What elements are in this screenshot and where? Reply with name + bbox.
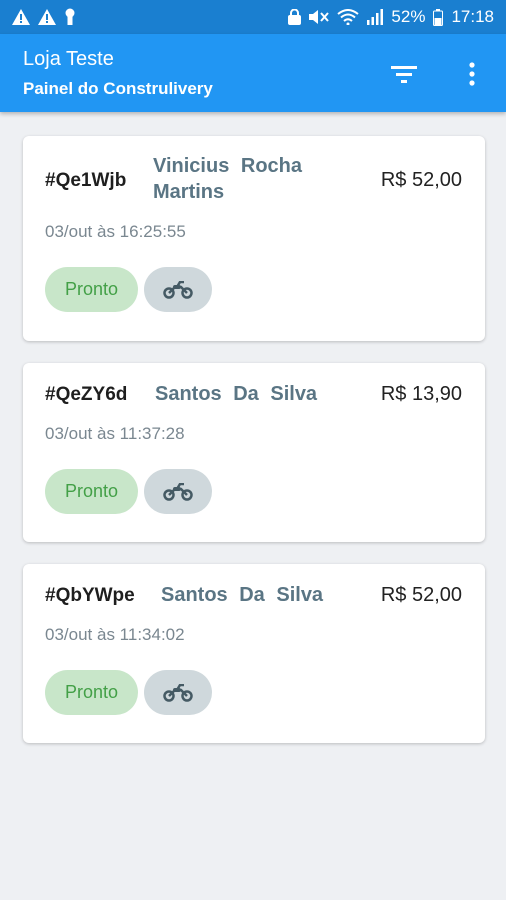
- status-bar-system: 52% 17:18: [288, 7, 494, 27]
- more-options-button[interactable]: [452, 54, 492, 94]
- app-bar: Loja Teste Painel do Construlivery: [0, 34, 506, 112]
- order-price: R$ 13,90: [380, 383, 462, 405]
- warning-icon: [38, 9, 56, 25]
- status-chip[interactable]: Pronto: [45, 670, 138, 715]
- order-time: 03/out às 11:37:28: [45, 424, 185, 443]
- order-price: R$ 52,00: [380, 169, 462, 191]
- filter-icon: [391, 66, 417, 83]
- battery-icon: [433, 8, 444, 26]
- signal-icon: [367, 9, 384, 25]
- status-chip[interactable]: Pronto: [45, 267, 138, 312]
- customer-name: Santos Da Silva: [161, 584, 324, 606]
- wifi-icon: [337, 9, 360, 25]
- keyhole-icon: [65, 8, 75, 25]
- status-time: 17:18: [451, 7, 494, 26]
- motorcycle-icon: [163, 482, 193, 501]
- order-card[interactable]: #Qe1Wjb Vinicius Rocha Martins R$ 52,00 …: [23, 136, 485, 341]
- status-bar-notifications: [12, 8, 76, 26]
- motorcycle-icon: [163, 280, 193, 299]
- order-time: 03/out às 11:34:02: [45, 625, 185, 644]
- app-subtitle: Painel do Construlivery: [23, 79, 213, 98]
- mute-icon: [309, 10, 330, 24]
- order-code: #Qe1Wjb: [45, 170, 127, 191]
- delivery-chip[interactable]: [144, 670, 212, 715]
- order-price: R$ 52,00: [380, 584, 462, 606]
- app-title: Loja Teste: [23, 48, 114, 70]
- customer-name: Vinicius Rocha Martins: [153, 155, 303, 203]
- more-vert-icon: [469, 62, 475, 86]
- status-label: Pronto: [64, 481, 119, 501]
- motorcycle-icon: [163, 683, 193, 702]
- status-chip[interactable]: Pronto: [45, 469, 138, 514]
- status-bar: 52% 17:18: [0, 0, 506, 34]
- lock-icon: [288, 9, 302, 25]
- warning-icon: [12, 9, 30, 25]
- battery-percent: 52%: [391, 7, 426, 26]
- delivery-chip[interactable]: [144, 469, 212, 514]
- status-label: Pronto: [64, 682, 119, 702]
- delivery-chip[interactable]: [144, 267, 212, 312]
- order-time: 03/out às 16:25:55: [45, 222, 186, 241]
- order-card[interactable]: #QeZY6d Santos Da Silva R$ 13,90 03/out …: [23, 363, 485, 542]
- filter-button[interactable]: [384, 54, 424, 94]
- customer-name: Santos Da Silva: [155, 383, 318, 405]
- order-code: #QbYWpe: [45, 585, 135, 606]
- status-label: Pronto: [64, 279, 119, 299]
- order-card[interactable]: #QbYWpe Santos Da Silva R$ 52,00 03/out …: [23, 564, 485, 743]
- order-code: #QeZY6d: [45, 384, 128, 405]
- order-list: #Qe1Wjb Vinicius Rocha Martins R$ 52,00 …: [23, 136, 485, 765]
